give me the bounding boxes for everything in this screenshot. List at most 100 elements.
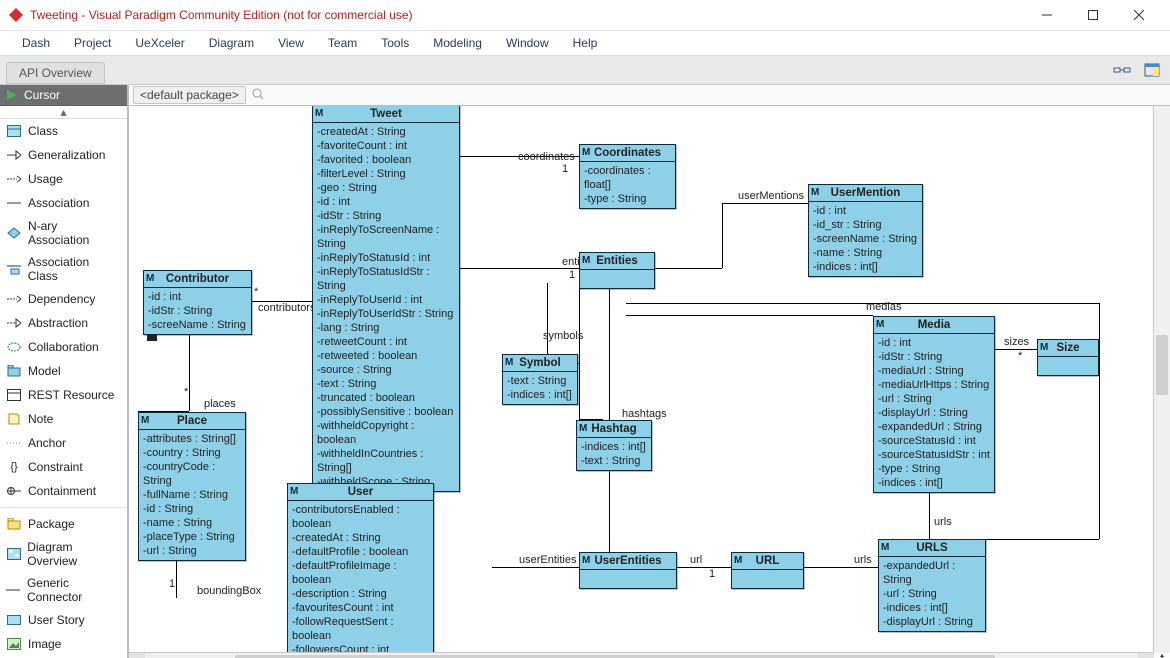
palette-label: REST Resource bbox=[28, 388, 114, 402]
minimize-button[interactable] bbox=[1024, 0, 1070, 30]
collaboration-icon bbox=[6, 339, 22, 355]
pan-icon[interactable] bbox=[1154, 653, 1170, 658]
menu-dash[interactable]: Dash bbox=[10, 32, 62, 54]
class-title: Size bbox=[1056, 342, 1079, 354]
panel-icon[interactable] bbox=[1140, 59, 1164, 81]
class-tweet[interactable]: MTweet createdAt : StringfavoriteCount :… bbox=[312, 105, 460, 492]
menu-project[interactable]: Project bbox=[62, 32, 123, 54]
menu-uexceler[interactable]: UeXceler bbox=[123, 32, 196, 54]
cursor-icon bbox=[6, 89, 18, 101]
palette-generic-connector[interactable]: Generic Connector bbox=[0, 572, 127, 608]
class-attrs: id : intid_str : StringscreenName : Stri… bbox=[809, 202, 922, 276]
palette-label: Image bbox=[28, 637, 61, 651]
mult-star: * bbox=[184, 386, 188, 398]
palette-label: Abstraction bbox=[28, 316, 88, 330]
class-userentities[interactable]: MUserEntities bbox=[579, 552, 677, 589]
class-attrs: text : Stringindices : int[] bbox=[503, 372, 577, 404]
palette-diagram-overview[interactable]: Diagram Overview bbox=[0, 536, 127, 572]
layout-icon[interactable] bbox=[1110, 59, 1134, 81]
scroll-right-icon[interactable]: ▸ bbox=[1138, 653, 1154, 658]
note-icon bbox=[6, 411, 22, 427]
palette-label: Usage bbox=[28, 172, 63, 186]
menu-team[interactable]: Team bbox=[316, 32, 369, 54]
class-size[interactable]: MSize bbox=[1037, 339, 1099, 376]
class-place[interactable]: MPlace attributes : String[]country : St… bbox=[138, 412, 246, 561]
palette-label: Association bbox=[28, 196, 89, 210]
rel-symbols: symbols bbox=[543, 330, 583, 342]
palette-cursor[interactable]: Cursor bbox=[0, 85, 127, 106]
mult-star: * bbox=[254, 286, 258, 298]
palette-user-story[interactable]: User Story bbox=[0, 608, 127, 632]
class-entities[interactable]: MEntities bbox=[579, 252, 655, 289]
mult-one: 1 bbox=[562, 163, 568, 175]
palette-dependency[interactable]: Dependency bbox=[0, 287, 127, 311]
class-symbol[interactable]: MSymbol text : Stringindices : int[] bbox=[502, 354, 578, 405]
palette-association-class[interactable]: Association Class bbox=[0, 251, 127, 287]
breadcrumb-package[interactable]: <default package> bbox=[133, 86, 246, 104]
class-user[interactable]: MUser contributorsEnabled : booleancreat… bbox=[287, 483, 434, 653]
palette-label: Class bbox=[28, 124, 58, 138]
class-attrs bbox=[1038, 357, 1098, 375]
palette-association[interactable]: Association bbox=[0, 191, 127, 215]
palette-note[interactable]: Note bbox=[0, 407, 127, 431]
package-icon bbox=[6, 516, 22, 532]
scroll-left-icon[interactable]: ◂ bbox=[129, 653, 145, 658]
rel-url: url bbox=[690, 554, 702, 566]
class-contributor[interactable]: MContributor id : intidStr : Stringscree… bbox=[143, 270, 252, 335]
class-title: Tweet bbox=[370, 108, 402, 120]
menu-view[interactable]: View bbox=[266, 32, 316, 54]
palette-rest-resource[interactable]: REST Resource bbox=[0, 383, 127, 407]
class-attrs bbox=[732, 570, 803, 588]
class-attrs: createdAt : StringfavoriteCount : intfav… bbox=[313, 123, 459, 491]
palette-constraint[interactable]: {}Constraint bbox=[0, 455, 127, 479]
zoom-icon[interactable] bbox=[252, 88, 264, 103]
class-coordinates[interactable]: MCoordinates coordinates : float[]type :… bbox=[579, 144, 676, 209]
menu-diagram[interactable]: Diagram bbox=[197, 32, 266, 54]
palette-image[interactable]: Image bbox=[0, 632, 127, 656]
class-hashtag[interactable]: MHashtag indices : int[]text : String bbox=[576, 420, 652, 471]
class-usermention[interactable]: MUserMention id : intid_str : Stringscre… bbox=[808, 184, 923, 277]
palette-label: N-ary Association bbox=[28, 219, 121, 247]
class-attrs bbox=[580, 270, 654, 288]
palette-anchor[interactable]: Anchor bbox=[0, 431, 127, 455]
rel-hashtags: hashtags bbox=[622, 408, 667, 420]
mult-one: 1 bbox=[169, 578, 175, 590]
horizontal-scrollbar[interactable]: ◂ ▸ bbox=[129, 652, 1154, 658]
class-url[interactable]: MURL bbox=[731, 552, 804, 589]
mult-star: * bbox=[1018, 350, 1022, 362]
toolbar: API Overview bbox=[0, 56, 1170, 85]
class-icon bbox=[6, 123, 22, 139]
palette-collapse-top[interactable]: ▴ bbox=[0, 106, 127, 119]
palette-label: Containment bbox=[28, 484, 96, 498]
palette-nary-association[interactable]: N-ary Association bbox=[0, 215, 127, 251]
tab-api-overview[interactable]: API Overview bbox=[6, 62, 105, 84]
palette-class[interactable]: Class bbox=[0, 119, 127, 143]
class-attrs: indices : int[]text : String bbox=[577, 438, 651, 470]
menubar: Dash Project UeXceler Diagram View Team … bbox=[0, 31, 1170, 56]
palette-generalization[interactable]: Generalization bbox=[0, 143, 127, 167]
menu-tools[interactable]: Tools bbox=[369, 32, 421, 54]
palette-label: Collaboration bbox=[28, 340, 99, 354]
diagram-canvas[interactable]: coordinates 1 userMentions entities 1 * … bbox=[129, 105, 1154, 653]
rel-userentities: userEntities bbox=[519, 554, 576, 566]
menu-modeling[interactable]: Modeling bbox=[421, 32, 494, 54]
maximize-button[interactable] bbox=[1070, 0, 1116, 30]
model-icon bbox=[6, 363, 22, 379]
menu-window[interactable]: Window bbox=[494, 32, 561, 54]
palette-abstraction[interactable]: Abstraction bbox=[0, 311, 127, 335]
close-button[interactable] bbox=[1116, 0, 1162, 30]
class-media[interactable]: MMedia id : intidStr : StringmediaUrl : … bbox=[873, 316, 995, 493]
palette-containment[interactable]: Containment bbox=[0, 479, 127, 503]
palette-model[interactable]: Model bbox=[0, 359, 127, 383]
palette-label: Diagram Overview bbox=[27, 540, 121, 568]
rel-urls: urls bbox=[854, 554, 872, 566]
palette-label: User Story bbox=[28, 613, 85, 627]
class-urls[interactable]: MURLS expandedUrl : Stringurl : Stringin… bbox=[878, 539, 986, 632]
palette-usage[interactable]: Usage bbox=[0, 167, 127, 191]
palette-collaboration[interactable]: Collaboration bbox=[0, 335, 127, 359]
class-attrs: id : intidStr : StringscreeName : String bbox=[144, 288, 251, 334]
vertical-scrollbar[interactable] bbox=[1153, 105, 1170, 653]
palette-package[interactable]: Package bbox=[0, 512, 127, 536]
rel-places: places bbox=[204, 398, 236, 410]
menu-help[interactable]: Help bbox=[561, 32, 610, 54]
